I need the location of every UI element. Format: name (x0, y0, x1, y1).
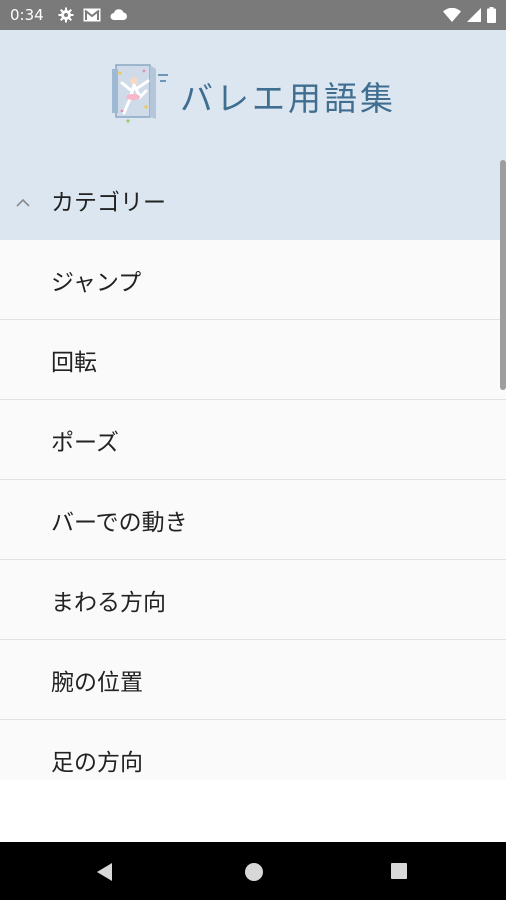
category-list: ジャンプ 回転 ポーズ バーでの動き まわる方向 腕の位置 足の方向 (0, 240, 506, 780)
list-item-label: バーでの動き (51, 509, 188, 536)
list-item-jump[interactable]: ジャンプ (0, 240, 506, 320)
cloud-icon (110, 9, 128, 21)
list-item-barre[interactable]: バーでの動き (0, 480, 506, 560)
scrollbar[interactable] (500, 160, 506, 390)
battery-icon (487, 7, 496, 23)
list-item-label: ポーズ (51, 429, 119, 456)
app-header: バレエ用語集 (0, 30, 506, 160)
list-item-label: 回転 (51, 349, 97, 376)
app-title: バレエ用語集 (180, 79, 396, 118)
status-bar: 0:34 (0, 0, 506, 30)
app-logo: バレエ用語集 (110, 61, 396, 131)
category-header[interactable]: カテゴリー (0, 160, 506, 240)
ballet-logo-icon (110, 61, 172, 131)
notification-icons (58, 7, 128, 23)
category-label: カテゴリー (51, 190, 166, 216)
gear-icon (58, 7, 74, 23)
wifi-icon (443, 8, 461, 22)
list-item-turn-direction[interactable]: まわる方向 (0, 560, 506, 640)
home-icon[interactable] (244, 862, 264, 886)
list-item-turn[interactable]: 回転 (0, 320, 506, 400)
back-icon[interactable] (96, 862, 114, 886)
list-item-label: 腕の位置 (51, 669, 143, 696)
navigation-bar (0, 842, 506, 900)
gmail-icon (83, 8, 101, 22)
list-item-pose[interactable]: ポーズ (0, 400, 506, 480)
list-item-foot-direction[interactable]: 足の方向 (0, 720, 506, 780)
status-time: 0:34 (10, 6, 44, 24)
bottom-blank-area (0, 780, 506, 842)
recents-icon[interactable] (390, 862, 408, 884)
list-item-label: ジャンプ (51, 269, 142, 296)
list-item-label: 足の方向 (51, 749, 143, 776)
system-status-icons (443, 7, 496, 23)
list-item-arm-position[interactable]: 腕の位置 (0, 640, 506, 720)
chevron-up-icon (14, 194, 32, 213)
cell-signal-icon (467, 8, 481, 22)
list-item-label: まわる方向 (51, 589, 166, 616)
